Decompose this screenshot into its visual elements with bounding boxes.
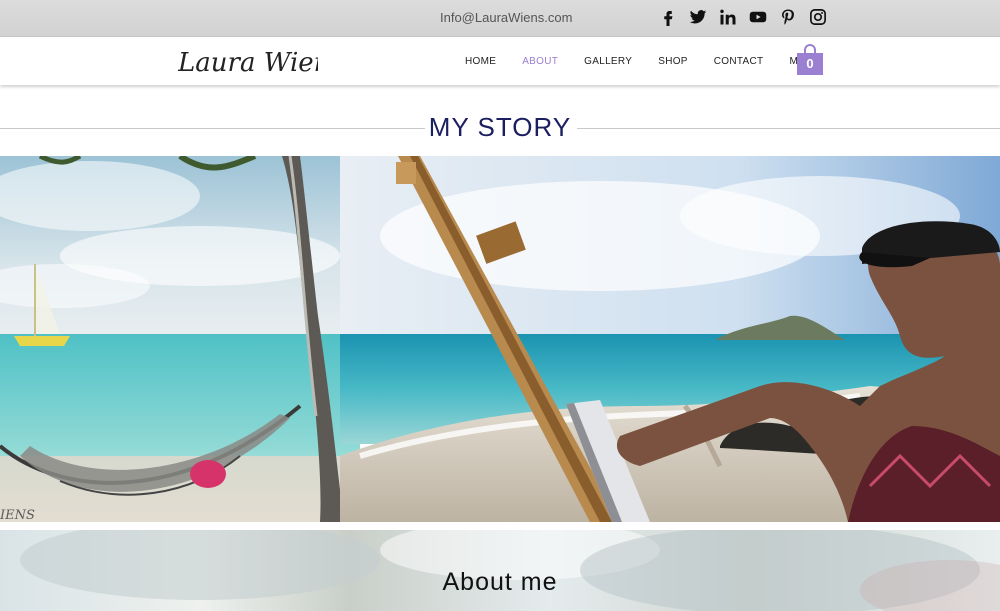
main-nav: HOME ABOUT GALLERY SHOP CONTACT More	[452, 37, 826, 85]
divider-left	[0, 128, 425, 129]
nav-item-contact[interactable]: CONTACT	[701, 56, 777, 67]
nav-item-gallery[interactable]: GALLERY	[571, 56, 645, 67]
section-heading: MY STORY	[0, 108, 1000, 148]
linkedin-icon[interactable]	[718, 7, 738, 27]
about-title: About me	[442, 568, 558, 596]
email-link[interactable]: Info@LauraWiens.com	[440, 10, 572, 25]
painting-signature: IENS	[0, 508, 35, 522]
logo[interactable]: Laura Wiens	[178, 43, 318, 83]
hero-image: IENS	[0, 156, 1000, 522]
cart-count: 0	[806, 56, 814, 71]
divider-right	[577, 128, 1000, 129]
youtube-icon[interactable]	[748, 7, 768, 27]
facebook-icon[interactable]	[658, 7, 678, 27]
cart-button[interactable]: 0	[797, 43, 823, 75]
instagram-icon[interactable]	[808, 7, 828, 27]
twitter-icon[interactable]	[688, 7, 708, 27]
nav-item-about[interactable]: ABOUT	[509, 56, 571, 67]
nav-item-home[interactable]: HOME	[452, 56, 509, 67]
about-section: About me	[0, 530, 1000, 611]
top-bar: Info@LauraWiens.com	[0, 0, 1000, 37]
logo-text: Laura Wiens	[178, 48, 318, 78]
header: Laura Wiens HOME ABOUT GALLERY SHOP CONT…	[0, 37, 1000, 85]
nav-item-shop[interactable]: SHOP	[645, 56, 701, 67]
section-title: MY STORY	[428, 112, 572, 142]
social-icons	[658, 7, 828, 27]
pinterest-icon[interactable]	[778, 7, 798, 27]
